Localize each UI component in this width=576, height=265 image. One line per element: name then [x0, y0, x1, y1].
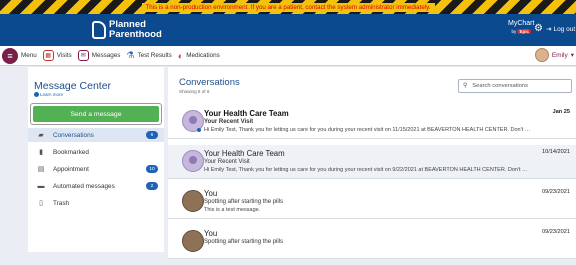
flask-icon: ⚗	[126, 50, 134, 61]
nav-messages-label: Messages	[92, 52, 121, 59]
envelope-icon: ✉	[78, 50, 89, 61]
pill-icon: ◐	[178, 51, 183, 61]
folder-label: Bookmarked	[53, 149, 89, 156]
conversation-subject: Spotting after starting the pills	[204, 199, 283, 205]
folder-label: Trash	[53, 200, 69, 207]
folder-appointment[interactable]: ▤ Appointment 10	[28, 162, 164, 176]
nav-messages[interactable]: ✉Messages	[78, 50, 121, 61]
user-avatar	[535, 48, 549, 62]
nav-menu[interactable]: ≡Menu	[2, 48, 37, 64]
logo-text-line2: Parenthood	[109, 30, 162, 40]
folder-label: Conversations	[53, 132, 94, 139]
mychart-by: by Epic	[508, 28, 534, 35]
folder-count-badge: 10	[146, 165, 158, 173]
conversation-sender: Your Health Care Team	[204, 109, 289, 118]
planned-parenthood-logo[interactable]: PlannedParenthood	[92, 20, 162, 39]
conversation-subject: Your Recent Visit	[204, 119, 253, 125]
mychart-logo: MyChart by Epic	[508, 20, 534, 35]
user-avatar	[182, 190, 204, 212]
folder-automated-messages[interactable]: ▬ Automated messages 2	[28, 179, 164, 193]
folder-count-badge: 6	[146, 131, 158, 139]
user-name: Emily	[552, 52, 568, 59]
conversation-subject: Spotting after starting the pills	[204, 239, 283, 245]
nav-test-results[interactable]: ⚗Test Results	[126, 50, 171, 61]
folder-trash[interactable]: ▯ Trash	[28, 196, 164, 210]
calendar-icon: ▦	[43, 50, 54, 61]
nav-visits-label: Visits	[57, 52, 72, 59]
conversation-date: Jan 25	[553, 109, 570, 115]
nav-medications[interactable]: ◐Medications	[178, 51, 220, 61]
nav-medications-label: Medications	[186, 52, 220, 59]
unread-dot-icon	[197, 128, 201, 132]
conversation-date: 10/14/2021	[542, 149, 570, 155]
environment-warning-banner: This is a non-production environment. If…	[0, 0, 576, 14]
conversation-sender: You	[204, 229, 217, 238]
settings-gear-icon[interactable]: ⚙	[534, 24, 543, 34]
top-navigation: ≡Menu ▦Visits ✉Messages ⚗Test Results ◐M…	[0, 46, 576, 66]
conversation-row[interactable]: Your Health Care Team Your Recent Visit …	[168, 145, 576, 179]
nav-visits[interactable]: ▦Visits	[43, 50, 72, 61]
conversation-preview: This is a test message.	[204, 207, 566, 213]
conversation-subject: Your Recent Visit	[204, 159, 250, 165]
app-header: PlannedParenthood MyChart by Epic ⚙ ⇥Log…	[0, 14, 576, 46]
logout-label: Log out	[553, 26, 575, 33]
conversation-row[interactable]: You Spotting after starting the pills 09…	[168, 225, 576, 259]
conversation-sender: You	[204, 189, 217, 198]
folder-count-badge: 2	[146, 182, 158, 190]
conversation-sender: Your Health Care Team	[204, 149, 285, 158]
trash-icon: ▯	[37, 199, 45, 207]
search-conversations-input[interactable]: ⚲ Search conversations	[458, 79, 572, 93]
conversation-preview: Hi Emily Test, Thank you for letting us …	[204, 167, 566, 173]
logout-icon: ⇥	[546, 25, 551, 33]
info-icon	[34, 92, 39, 97]
learn-more-label: Learn more	[40, 92, 63, 97]
menu-icon: ≡	[2, 48, 18, 64]
conversations-panel: Conversations Showing 6 of 6 ⚲Search con…	[168, 67, 576, 252]
conversation-preview: Hi Emily Test, Thank you for letting us …	[204, 127, 566, 133]
nav-menu-label: Menu	[21, 52, 37, 59]
nav-test-results-label: Test Results	[137, 52, 171, 59]
logout-button[interactable]: ⇥Log out	[546, 25, 575, 33]
conversation-date: 09/23/2021	[542, 229, 570, 235]
calendar-icon: ▤	[37, 165, 45, 173]
conversation-list: Your Health Care Team Your Recent Visit …	[168, 105, 576, 265]
message-center-title: Message Center	[28, 67, 164, 92]
search-placeholder: Search conversations	[472, 83, 528, 89]
chat-bubbles-icon: ▰	[37, 131, 45, 139]
care-team-avatar	[182, 150, 204, 172]
user-avatar	[182, 230, 204, 252]
folder-icon: ▬	[37, 183, 45, 190]
send-message-focus-ring: Send a message	[30, 103, 162, 125]
folder-conversations[interactable]: ▰ Conversations 6	[28, 128, 164, 142]
learn-more-link[interactable]: Learn more	[28, 92, 164, 97]
folder-label: Automated messages	[53, 183, 115, 190]
environment-warning-text: This is a non-production environment. If…	[142, 3, 435, 12]
message-center-sidebar: Message Center Learn more Send a message…	[28, 67, 164, 252]
send-message-button[interactable]: Send a message	[33, 106, 159, 122]
conversation-row[interactable]: Your Health Care Team Your Recent Visit …	[168, 105, 576, 139]
conversation-row[interactable]: You Spotting after starting the pills Th…	[168, 185, 576, 219]
search-icon: ⚲	[463, 83, 467, 89]
conversation-date: 09/23/2021	[542, 189, 570, 195]
epic-logo: Epic	[517, 29, 531, 34]
mychart-text: MyChart	[508, 20, 534, 27]
folder-label: Appointment	[53, 166, 89, 173]
chevron-down-icon: ▾	[571, 51, 574, 59]
user-menu[interactable]: Emily▾	[535, 48, 574, 62]
folder-bookmarked[interactable]: ▮ Bookmarked	[28, 145, 164, 159]
bookmark-icon: ▮	[37, 148, 45, 156]
logo-mark-icon	[92, 21, 106, 39]
